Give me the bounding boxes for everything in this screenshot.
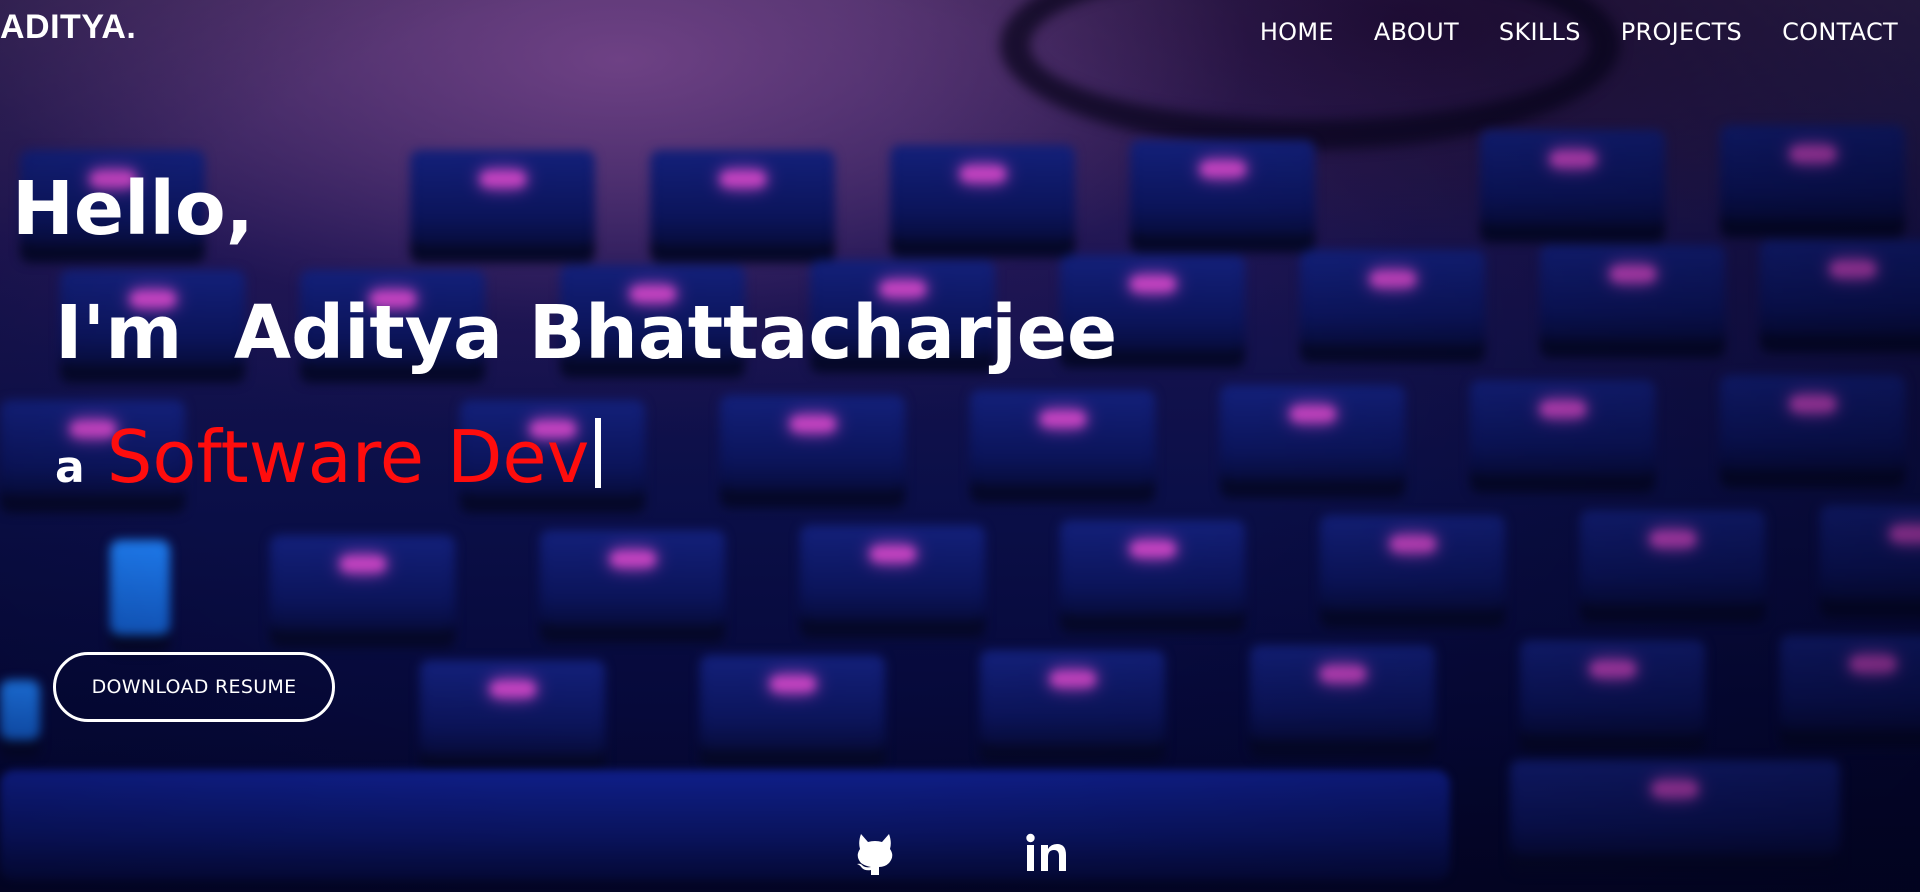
download-resume-button[interactable]: DOWNLOAD RESUME <box>53 652 335 722</box>
linkedin-icon <box>1026 833 1066 871</box>
main-nav: HOME ABOUT SKILLS PROJECTS CONTACT <box>1260 18 1898 46</box>
portfolio-page: ADITYA. HOME ABOUT SKILLS PROJECTS CONTA… <box>0 0 1920 892</box>
typing-cursor <box>595 418 602 488</box>
hero-greeting: Hello, <box>12 166 254 252</box>
nav-projects[interactable]: PROJECTS <box>1621 18 1742 46</box>
github-link[interactable] <box>850 828 900 878</box>
linkedin-link[interactable] <box>1022 828 1072 878</box>
nav-contact[interactable]: CONTACT <box>1782 18 1898 46</box>
nav-about[interactable]: ABOUT <box>1374 18 1459 46</box>
hero-role-typed-text: Software Dev <box>106 415 590 499</box>
nav-home[interactable]: HOME <box>1260 18 1334 46</box>
brand-logo[interactable]: ADITYA. <box>0 8 136 47</box>
hero-name: I'm Aditya Bhattacharjee <box>55 290 1118 376</box>
hero-role-prefix: a <box>55 442 85 493</box>
nav-skills[interactable]: SKILLS <box>1499 18 1581 46</box>
github-icon <box>857 834 893 875</box>
hero-role: a Software Dev <box>55 418 602 493</box>
